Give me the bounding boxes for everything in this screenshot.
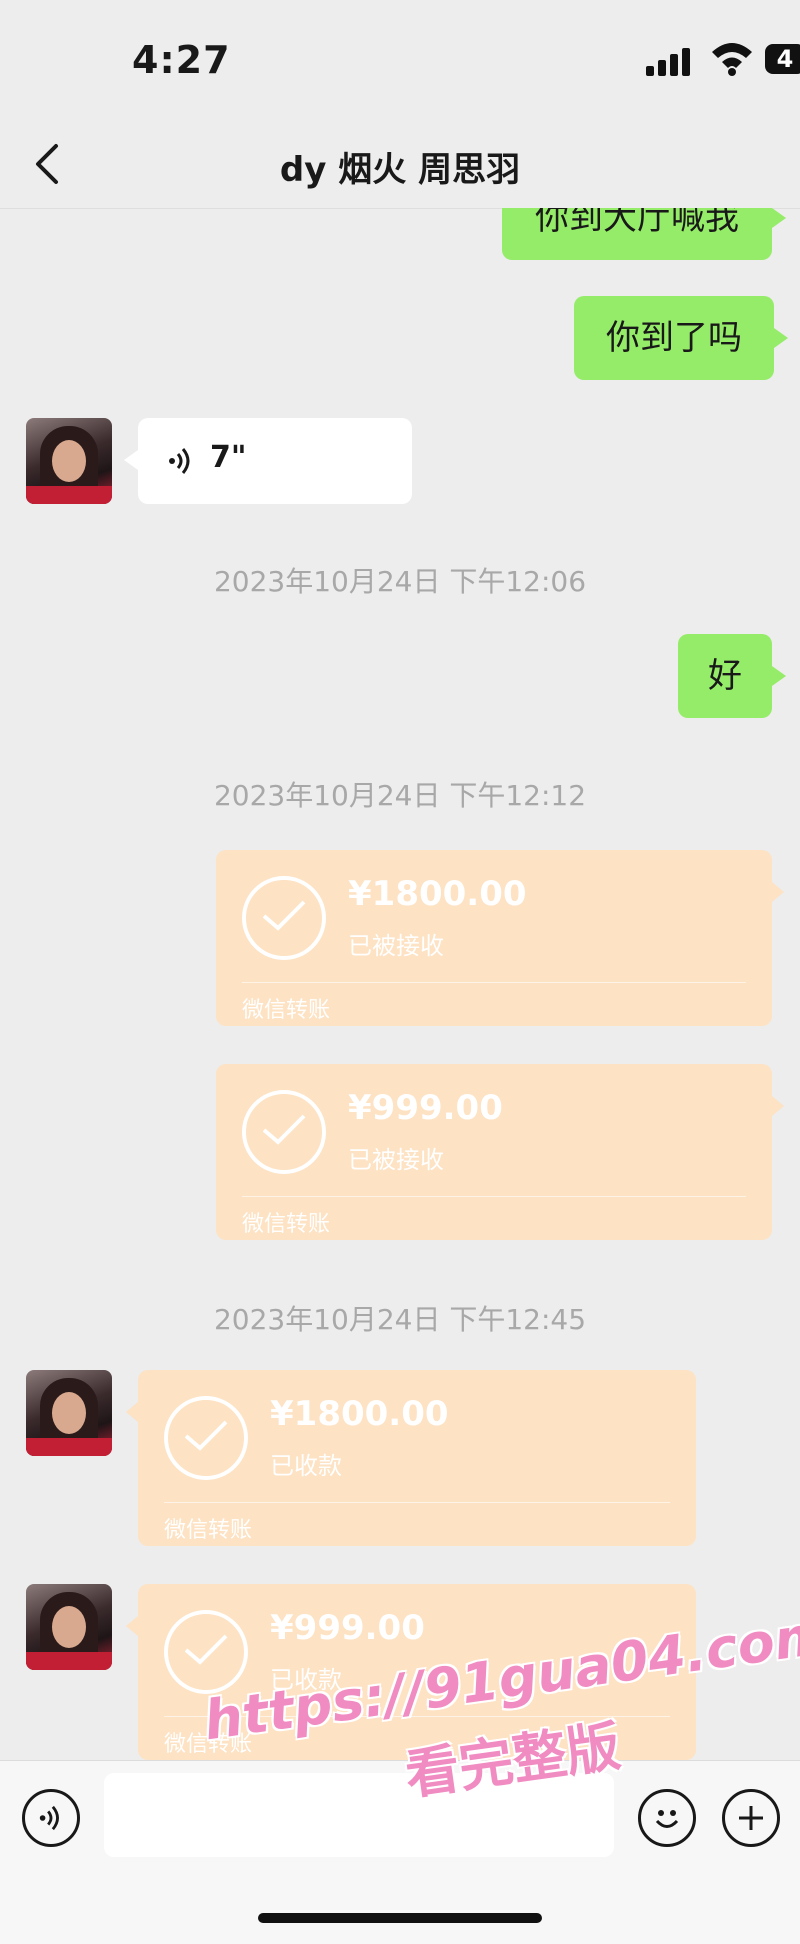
message-text: 好 [708, 656, 742, 696]
transfer-amount: ¥1800.00 [270, 1394, 449, 1434]
checkmark-icon [242, 1090, 326, 1174]
timestamp: 2023年10月24日 下午12:12 [213, 779, 587, 812]
voice-duration: 7" [210, 440, 247, 475]
voice-wave-icon [169, 448, 190, 474]
message-bubble-outgoing[interactable]: 你到大厅喊我 [502, 208, 786, 260]
more-button[interactable] [722, 1789, 780, 1847]
emoji-button[interactable] [638, 1789, 696, 1847]
transfer-card-outgoing[interactable]: ¥999.00 已被接收 微信转账 [216, 1064, 784, 1240]
message-input-bar [0, 1760, 800, 1944]
message-bubble-outgoing[interactable]: 好 [678, 634, 786, 718]
smiley-icon [655, 1810, 679, 1828]
transfer-status: 已收款 [270, 1666, 342, 1694]
chat-header: dy 烟火 周思羽 [0, 120, 800, 209]
checkmark-icon [242, 876, 326, 960]
voice-input-button[interactable] [22, 1789, 80, 1847]
transfer-status: 已被接收 [348, 932, 444, 960]
message-text: 你到大厅喊我 [535, 208, 739, 238]
status-time: 4:27 [132, 38, 231, 82]
message-text-input[interactable] [104, 1773, 614, 1857]
contact-avatar[interactable] [26, 418, 112, 504]
transfer-footer: 微信转账 [242, 1212, 331, 1237]
divider [164, 1502, 670, 1503]
checkmark-icon [164, 1396, 248, 1480]
status-bar: 4:27 4 [0, 0, 800, 120]
transfer-status: 已被接收 [348, 1146, 444, 1174]
message-text: 你到了吗 [606, 318, 742, 358]
transfer-card-outgoing[interactable]: ¥1800.00 已被接收 微信转账 [216, 850, 784, 1026]
divider [164, 1716, 670, 1717]
home-indicator [258, 1913, 542, 1923]
chat-title: dy 烟火 周思羽 [279, 150, 521, 190]
divider [242, 1196, 746, 1197]
transfer-amount: ¥999.00 [348, 1088, 503, 1128]
transfer-status: 已收款 [270, 1452, 342, 1480]
signal-icon [646, 46, 698, 76]
voice-wave-icon [39, 1805, 59, 1831]
contact-avatar[interactable] [26, 1370, 112, 1456]
divider [242, 982, 746, 983]
checkmark-icon [164, 1610, 248, 1694]
transfer-card-incoming[interactable]: ¥999.00 已收款 微信转账 [126, 1584, 696, 1760]
transfer-footer: 微信转账 [164, 1732, 253, 1757]
transfer-footer: 微信转账 [164, 1518, 253, 1543]
message-list[interactable]: 你到大厅喊我 你到了吗 7" 2023年10月24日 下午12:06 好 202… [0, 208, 800, 1760]
transfer-amount: ¥999.00 [270, 1608, 425, 1648]
contact-avatar[interactable] [26, 1584, 112, 1670]
timestamp: 2023年10月24日 下午12:45 [213, 1303, 587, 1336]
transfer-amount: ¥1800.00 [348, 874, 527, 914]
plus-icon [739, 1806, 763, 1830]
message-bubble-outgoing[interactable]: 你到了吗 [574, 296, 788, 380]
timestamp: 2023年10月24日 下午12:06 [213, 565, 587, 598]
wifi-icon [710, 40, 754, 76]
battery-icon: 4 [765, 44, 800, 74]
transfer-footer: 微信转账 [242, 998, 331, 1023]
voice-message-bubble[interactable]: 7" [124, 418, 412, 504]
transfer-card-incoming[interactable]: ¥1800.00 已收款 微信转账 [126, 1370, 696, 1546]
